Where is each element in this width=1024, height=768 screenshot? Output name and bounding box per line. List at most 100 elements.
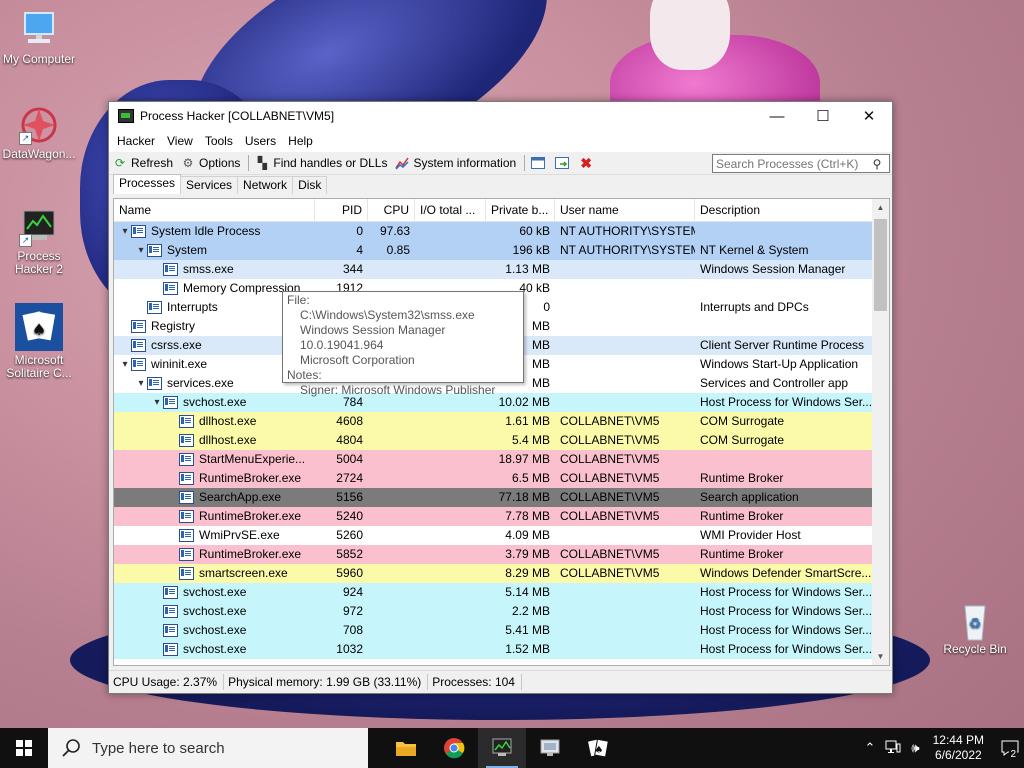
process-row[interactable]: RuntimeBroker.exe 5240 7.78 MB COLLABNET\VM… [114, 507, 889, 526]
taskbar-search-box[interactable]: Type here to search [48, 728, 368, 768]
process-pid: 5852 [336, 547, 363, 561]
window-go-button[interactable] [555, 156, 573, 170]
process-row[interactable]: svchost.exe 708 5.41 MB Host Process for Wi… [114, 621, 889, 640]
column-header-user-name[interactable]: User name [555, 199, 695, 221]
process-user-name: COLLABNET\VM5 [560, 566, 660, 580]
taskbar-file-explorer[interactable] [382, 728, 430, 768]
process-name-cell: ▾ System Idle Process [114, 222, 315, 241]
column-header-cpu[interactable]: CPU [368, 199, 415, 221]
process-description: Host Process for Windows Ser... [700, 395, 873, 409]
maximize-button[interactable]: ☐ [800, 102, 846, 130]
process-row[interactable]: dllhost.exe 4804 5.4 MB COLLABNET\VM5 COM Su… [114, 431, 889, 450]
process-row[interactable]: dllhost.exe 4608 1.61 MB COLLABNET\VM5 COM S… [114, 412, 889, 431]
process-row[interactable]: RuntimeBroker.exe 2724 6.5 MB COLLABNET\VM5… [114, 469, 889, 488]
process-name: RuntimeBroker.exe [199, 509, 302, 523]
process-name: services.exe [167, 376, 234, 390]
network-icon[interactable] [885, 740, 901, 757]
taskbar-solitaire[interactable]: ♠ [574, 728, 622, 768]
process-row[interactable]: SearchApp.exe 5156 77.18 MB COLLABNET\VM5 Se… [114, 488, 889, 507]
window-view-button[interactable] [531, 156, 549, 170]
column-header-io-total[interactable]: I/O total ... [415, 199, 486, 221]
scroll-down-arrow-icon[interactable]: ▼ [872, 648, 889, 665]
process-tree-list[interactable]: Name PID CPU I/O total ... Private b... … [113, 198, 890, 666]
process-cpu [368, 564, 415, 583]
process-io-total [415, 507, 486, 526]
process-cpu [368, 526, 415, 545]
options-button[interactable]: ⚙ Options [181, 156, 241, 170]
process-description: COM Surrogate [700, 433, 785, 447]
menu-view[interactable]: View [161, 134, 199, 148]
process-io-total [415, 222, 486, 241]
process-cpu [368, 431, 415, 450]
terminate-button[interactable]: ✖ [579, 155, 597, 171]
find-handles-button[interactable]: ▚ Find handles or DLLs [255, 156, 388, 170]
process-row[interactable]: smartscreen.exe 5960 8.29 MB COLLABNET\VM5 W… [114, 564, 889, 583]
taskbar-process-hacker[interactable] [478, 728, 526, 768]
tab-services[interactable]: Services [180, 176, 239, 194]
desktop-icon-datawagon[interactable]: ↗ DataWagon... [0, 105, 78, 161]
desktop-icon-my-computer[interactable]: My Computer [0, 10, 78, 66]
process-description: Client Server Runtime Process [700, 338, 865, 352]
chevron-up-icon[interactable]: ⌃ [865, 740, 876, 756]
column-header-name[interactable]: Name [114, 199, 315, 221]
process-user-name: NT AUTHORITY\SYSTEM [560, 224, 695, 238]
process-private-bytes: 18.97 MB [498, 452, 550, 466]
process-cpu: 0.85 [386, 243, 410, 257]
vertical-scrollbar[interactable]: ▲ ▼ [872, 199, 889, 665]
process-row[interactable]: StartMenuExperie... 5004 18.97 MB COLLABNET… [114, 450, 889, 469]
process-io-total [415, 526, 486, 545]
process-row[interactable]: WmiPrvSE.exe 5260 4.09 MB WMI Provider Host [114, 526, 889, 545]
clock[interactable]: 12:44 PM 6/6/2022 [933, 733, 984, 763]
search-icon[interactable]: ⚲ [868, 157, 886, 171]
menu-help[interactable]: Help [282, 134, 319, 148]
close-button[interactable]: ✕ [846, 102, 892, 130]
process-description [695, 317, 875, 336]
process-row[interactable]: svchost.exe 924 5.14 MB Host Process for Wi… [114, 583, 889, 602]
scroll-up-arrow-icon[interactable]: ▲ [872, 199, 889, 216]
process-user-name [555, 393, 695, 412]
start-button[interactable] [0, 728, 48, 768]
process-private-bytes: 77.18 MB [498, 490, 550, 504]
menu-tools[interactable]: Tools [199, 134, 239, 148]
process-pid: 5156 [336, 490, 363, 504]
process-icon [179, 415, 194, 428]
process-row[interactable]: ▾ System Idle Process 0 97.63 60 kB NT AUTHOR… [114, 222, 889, 241]
process-row[interactable]: smss.exe 344 1.13 MB Windows Session Manage… [114, 260, 889, 279]
expand-toggle-icon[interactable]: ▾ [135, 241, 147, 260]
system-information-button[interactable]: System information [395, 156, 516, 170]
tab-disk[interactable]: Disk [292, 176, 328, 194]
menu-hacker[interactable]: Hacker [111, 134, 161, 148]
expand-toggle-icon[interactable]: ▾ [135, 374, 147, 393]
volume-icon[interactable]: 🕪 [911, 740, 919, 756]
column-header-description[interactable]: Description [695, 199, 875, 221]
process-description: Host Process for Windows Ser... [700, 604, 873, 618]
process-name-cell: svchost.exe [114, 621, 315, 640]
scroll-thumb[interactable] [874, 219, 887, 311]
desktop-icon-recycle-bin[interactable]: ♻ Recycle Bin [936, 600, 1014, 656]
tab-processes[interactable]: Processes [113, 174, 182, 194]
process-user-name [555, 298, 695, 317]
desktop-icon-solitaire[interactable]: ♠ Microsoft Solitaire C... [0, 303, 78, 380]
column-header-private-bytes[interactable]: Private b... [486, 199, 555, 221]
process-row[interactable]: RuntimeBroker.exe 5852 3.79 MB COLLABNET\VM… [114, 545, 889, 564]
column-header-pid[interactable]: PID [315, 199, 368, 221]
expand-toggle-icon[interactable]: ▾ [151, 393, 163, 412]
process-row[interactable]: svchost.exe 972 2.2 MB Host Process for Win… [114, 602, 889, 621]
notifications-button[interactable]: 2 [996, 728, 1024, 768]
process-row[interactable]: svchost.exe 1032 1.52 MB Host Process for W… [114, 640, 889, 659]
search-processes-box[interactable]: ⚲ [712, 154, 890, 173]
minimize-button[interactable]: — [754, 102, 800, 130]
taskbar-chrome[interactable] [430, 728, 478, 768]
title-bar[interactable]: Process Hacker [COLLABNET\VM5] — ☐ ✕ [109, 102, 892, 130]
process-name: svchost.exe [183, 395, 247, 409]
process-icon [131, 320, 146, 333]
process-row[interactable]: ▾ System 4 0.85 196 kB NT AUTHORITY\SYSTEM NT … [114, 241, 889, 260]
expand-toggle-icon[interactable]: ▾ [119, 355, 131, 374]
taskbar-app[interactable] [526, 728, 574, 768]
tab-network[interactable]: Network [237, 176, 294, 194]
search-processes-input[interactable] [713, 155, 868, 172]
expand-toggle-icon[interactable]: ▾ [119, 222, 131, 241]
menu-users[interactable]: Users [239, 134, 282, 148]
refresh-button[interactable]: ⟳ Refresh [113, 156, 173, 170]
desktop-icon-process-hacker[interactable]: ↗ Process Hacker 2 [0, 207, 78, 276]
